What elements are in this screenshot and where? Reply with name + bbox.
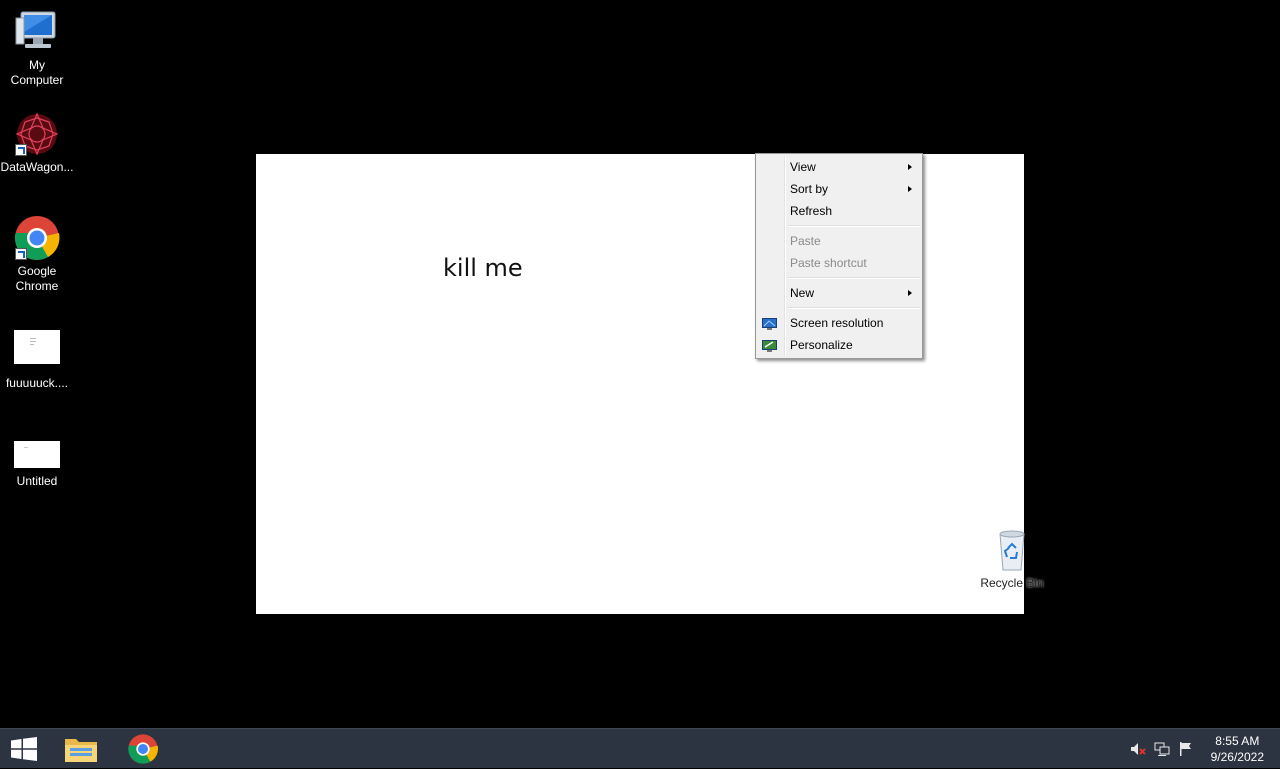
shortcut-arrow-icon <box>15 248 27 260</box>
wallpaper-text: kill me <box>443 254 523 282</box>
chrome-icon <box>13 214 61 262</box>
volume-muted-icon[interactable] <box>1130 741 1146 757</box>
menu-item-refresh[interactable]: Refresh <box>756 200 922 222</box>
submenu-arrow-icon <box>908 164 912 170</box>
menu-item-screen-resolution[interactable]: Screen resolution <box>756 312 922 334</box>
taskbar: 8:55 AM 9/26/2022 <box>0 728 1280 768</box>
clock-date: 9/26/2022 <box>1210 750 1264 764</box>
system-tray: 8:55 AM 9/26/2022 <box>1120 729 1280 769</box>
computer-icon <box>13 8 61 56</box>
chrome-icon <box>127 733 159 769</box>
clock-time: 8:55 AM <box>1215 734 1260 748</box>
taskbar-file-explorer-button[interactable] <box>56 729 106 769</box>
menu-item-personalize[interactable]: Personalize <box>756 334 922 356</box>
datawagon-icon <box>13 110 61 158</box>
menu-separator <box>788 277 920 279</box>
document-thumbnail-icon <box>13 328 61 364</box>
menu-separator <box>788 225 920 227</box>
desktop-context-menu: View Sort by Refresh Paste Paste shortcu… <box>755 153 923 359</box>
windows-logo-icon <box>11 737 37 765</box>
menu-item-paste-shortcut[interactable]: Paste shortcut <box>756 252 922 274</box>
start-button[interactable] <box>0 729 48 769</box>
desktop-icon-recycle-bin[interactable]: Recycle Bin <box>975 526 1049 591</box>
desktop-icon-datawagon[interactable]: DataWagon... <box>0 110 74 175</box>
menu-item-paste[interactable]: Paste <box>756 230 922 252</box>
shortcut-arrow-icon <box>15 144 27 156</box>
submenu-arrow-icon <box>908 290 912 296</box>
desktop-icon-untitled[interactable]: Untitled <box>0 438 74 489</box>
file-explorer-icon <box>64 734 98 768</box>
desktop[interactable]: kill me My Computer DataWagon... Google … <box>0 0 1280 728</box>
taskbar-chrome-button[interactable] <box>118 729 168 769</box>
network-icon[interactable] <box>1154 741 1170 757</box>
submenu-arrow-icon <box>908 186 912 192</box>
desktop-icon-google-chrome[interactable]: Google Chrome <box>0 214 74 294</box>
menu-item-new[interactable]: New <box>756 282 922 304</box>
recycle-bin-icon <box>988 526 1036 574</box>
menu-separator <box>788 307 920 309</box>
menu-item-sort-by[interactable]: Sort by <box>756 178 922 200</box>
menu-item-view[interactable]: View <box>756 156 922 178</box>
personalize-icon <box>762 338 777 352</box>
desktop-icon-fuuuuuck-file[interactable]: fuuuuuck.... <box>0 328 74 391</box>
action-center-flag-icon[interactable] <box>1178 741 1194 757</box>
desktop-icon-my-computer[interactable]: My Computer <box>0 8 74 88</box>
document-thumbnail-icon <box>13 438 61 472</box>
taskbar-clock[interactable]: 8:55 AM 9/26/2022 <box>1211 733 1264 765</box>
screen-resolution-icon <box>762 316 777 330</box>
